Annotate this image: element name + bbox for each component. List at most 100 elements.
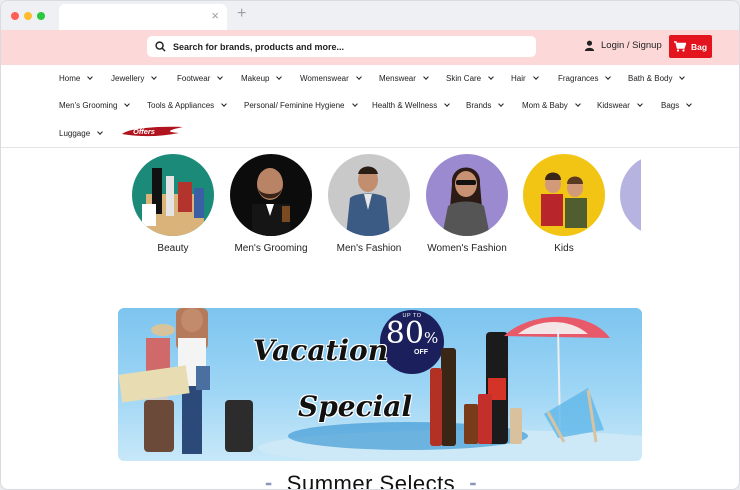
nav-item-brands[interactable]: Brands: [466, 101, 505, 110]
nav-item-womenswear[interactable]: Womenswear: [300, 74, 362, 83]
nav-item-label: Health & Wellness: [372, 101, 438, 110]
nav-item-mens-grooming[interactable]: Men's Grooming: [59, 101, 131, 110]
nav-item-makeup[interactable]: Makeup: [241, 74, 283, 83]
nav-item-label: Skin Care: [446, 74, 482, 83]
category-beauty[interactable]: Beauty: [131, 154, 215, 254]
nav-item-label: Luggage: [59, 129, 91, 138]
nav-item-label: Bags: [661, 101, 680, 110]
chevron-down-icon: [444, 101, 451, 107]
search-placeholder: Search for brands, products and more...: [173, 41, 345, 52]
nav-item-menswear[interactable]: Menswear: [379, 74, 429, 83]
nav-item-bath-body[interactable]: Bath & Body: [628, 74, 686, 83]
tab-close-icon[interactable]: ×: [211, 9, 219, 23]
chevron-down-icon: [532, 74, 539, 80]
partial-category-image: [620, 154, 641, 236]
category-label: Men's Grooming: [234, 243, 308, 254]
nav-item-home[interactable]: Home: [59, 74, 94, 83]
category-label: Kids: [554, 243, 574, 254]
nav-item-label: Footwear: [177, 74, 211, 83]
nav-item-label: Makeup: [241, 74, 270, 83]
nav-item-label: Menswear: [379, 74, 416, 83]
chevron-down-icon: [87, 74, 94, 80]
nav-item-health-wellness[interactable]: Health & Wellness: [372, 101, 451, 110]
search-input[interactable]: Search for brands, products and more...: [147, 36, 536, 57]
browser-tab[interactable]: ×: [59, 4, 227, 30]
category-womens-fashion[interactable]: Women's Fashion: [425, 154, 509, 254]
category-partial[interactable]: F: [619, 154, 641, 254]
chevron-down-icon: [488, 74, 494, 80]
chevron-down-icon: [355, 74, 362, 80]
bag-button[interactable]: Bag: [669, 35, 712, 58]
minimize-window-dot[interactable]: [24, 12, 32, 20]
category-kids[interactable]: Kids: [522, 154, 606, 254]
section-title-text: Summer Selects: [286, 471, 456, 490]
category-mens-fashion[interactable]: Men's Fashion: [327, 154, 411, 254]
nav-item-kidswear[interactable]: Kidswear: [597, 101, 643, 110]
nav-item-fragrances[interactable]: Fragrances: [558, 74, 612, 83]
nav-item-footwear[interactable]: Footwear: [177, 74, 224, 83]
category-nav: Home Jewellery Footwear Makeup Womenswea…: [1, 65, 739, 148]
bag-label: Bag: [690, 41, 708, 52]
nav-item-hair[interactable]: Hair: [511, 74, 539, 83]
nav-item-luggage[interactable]: Luggage: [59, 129, 103, 138]
login-signup-link[interactable]: Login / Signup: [584, 40, 662, 51]
nav-item-label: Fragrances: [558, 74, 599, 83]
chevron-down-icon: [217, 74, 224, 80]
nav-item-label: Kidswear: [597, 101, 630, 110]
womens-fashion-image: [426, 154, 508, 236]
category-label: Men's Fashion: [336, 243, 402, 254]
chevron-down-icon: [351, 101, 358, 107]
banner-title-line2: Special: [298, 390, 413, 423]
category-label: F: [619, 243, 641, 254]
new-tab-icon[interactable]: +: [237, 6, 246, 22]
discount-unit: %: [423, 329, 439, 347]
nav-item-label: Brands: [466, 101, 492, 110]
category-carousel: Beauty Men's Grooming Men's Fashion Wome…: [1, 154, 641, 264]
category-label: Beauty: [157, 243, 189, 254]
login-label: Login / Signup: [601, 40, 662, 51]
banner-title-line1: Vacation: [253, 334, 389, 367]
chevron-down-icon: [574, 101, 581, 107]
nav-item-personal-feminine-hygiene[interactable]: Personal/ Feminine Hygiene: [244, 101, 358, 110]
nav-item-bags[interactable]: Bags: [661, 101, 693, 110]
nav-item-tools-appliances[interactable]: Tools & Appliances: [147, 101, 227, 110]
chevron-down-icon: [151, 74, 158, 80]
kids-image: [523, 154, 605, 236]
browser-window: × + Search for brands, products and more…: [0, 0, 740, 490]
decor-dash-left-icon: ⁼: [264, 478, 273, 490]
nav-item-label: Jewellery: [111, 74, 145, 83]
nav-item-label: Tools & Appliances: [147, 101, 215, 110]
section-title: ⁼ Summer Selects ⁼: [1, 471, 739, 490]
mens-grooming-image: [230, 154, 312, 236]
chevron-down-icon: [97, 129, 103, 135]
chevron-down-icon: [498, 101, 505, 107]
chevron-down-icon: [679, 74, 686, 80]
decor-dash-right-icon: ⁼: [469, 478, 478, 490]
maximize-window-dot[interactable]: [37, 12, 45, 20]
beauty-image: [132, 154, 214, 236]
chevron-down-icon: [423, 74, 429, 80]
category-mens-grooming[interactable]: Men's Grooming: [229, 154, 313, 254]
close-window-dot[interactable]: [11, 12, 19, 20]
user-icon: [584, 40, 595, 51]
nav-item-label: Hair: [511, 74, 526, 83]
nav-item-label: Men's Grooming: [59, 101, 118, 110]
chevron-down-icon: [221, 101, 227, 107]
browser-titlebar: × +: [1, 1, 739, 30]
chevron-down-icon: [686, 101, 693, 107]
offers-label: Offers: [133, 127, 155, 136]
nav-item-label: Mom & Baby: [522, 101, 568, 110]
offers-link[interactable]: Offers: [119, 125, 185, 138]
nav-item-label: Womenswear: [300, 74, 349, 83]
chevron-down-icon: [276, 74, 283, 80]
vacation-special-banner[interactable]: UP TO 80% OFF Vacation Special: [118, 308, 642, 461]
nav-item-label: Home: [59, 74, 81, 83]
chevron-down-icon: [605, 74, 612, 80]
cart-icon: [673, 41, 686, 52]
chevron-down-icon: [124, 101, 131, 107]
nav-item-mom-baby[interactable]: Mom & Baby: [522, 101, 581, 110]
nav-item-skin-care[interactable]: Skin Care: [446, 74, 494, 83]
nav-item-jewellery[interactable]: Jewellery: [111, 74, 158, 83]
discount-badge-text: UP TO 80% OFF: [380, 313, 444, 356]
discount-number: 80: [385, 316, 424, 351]
